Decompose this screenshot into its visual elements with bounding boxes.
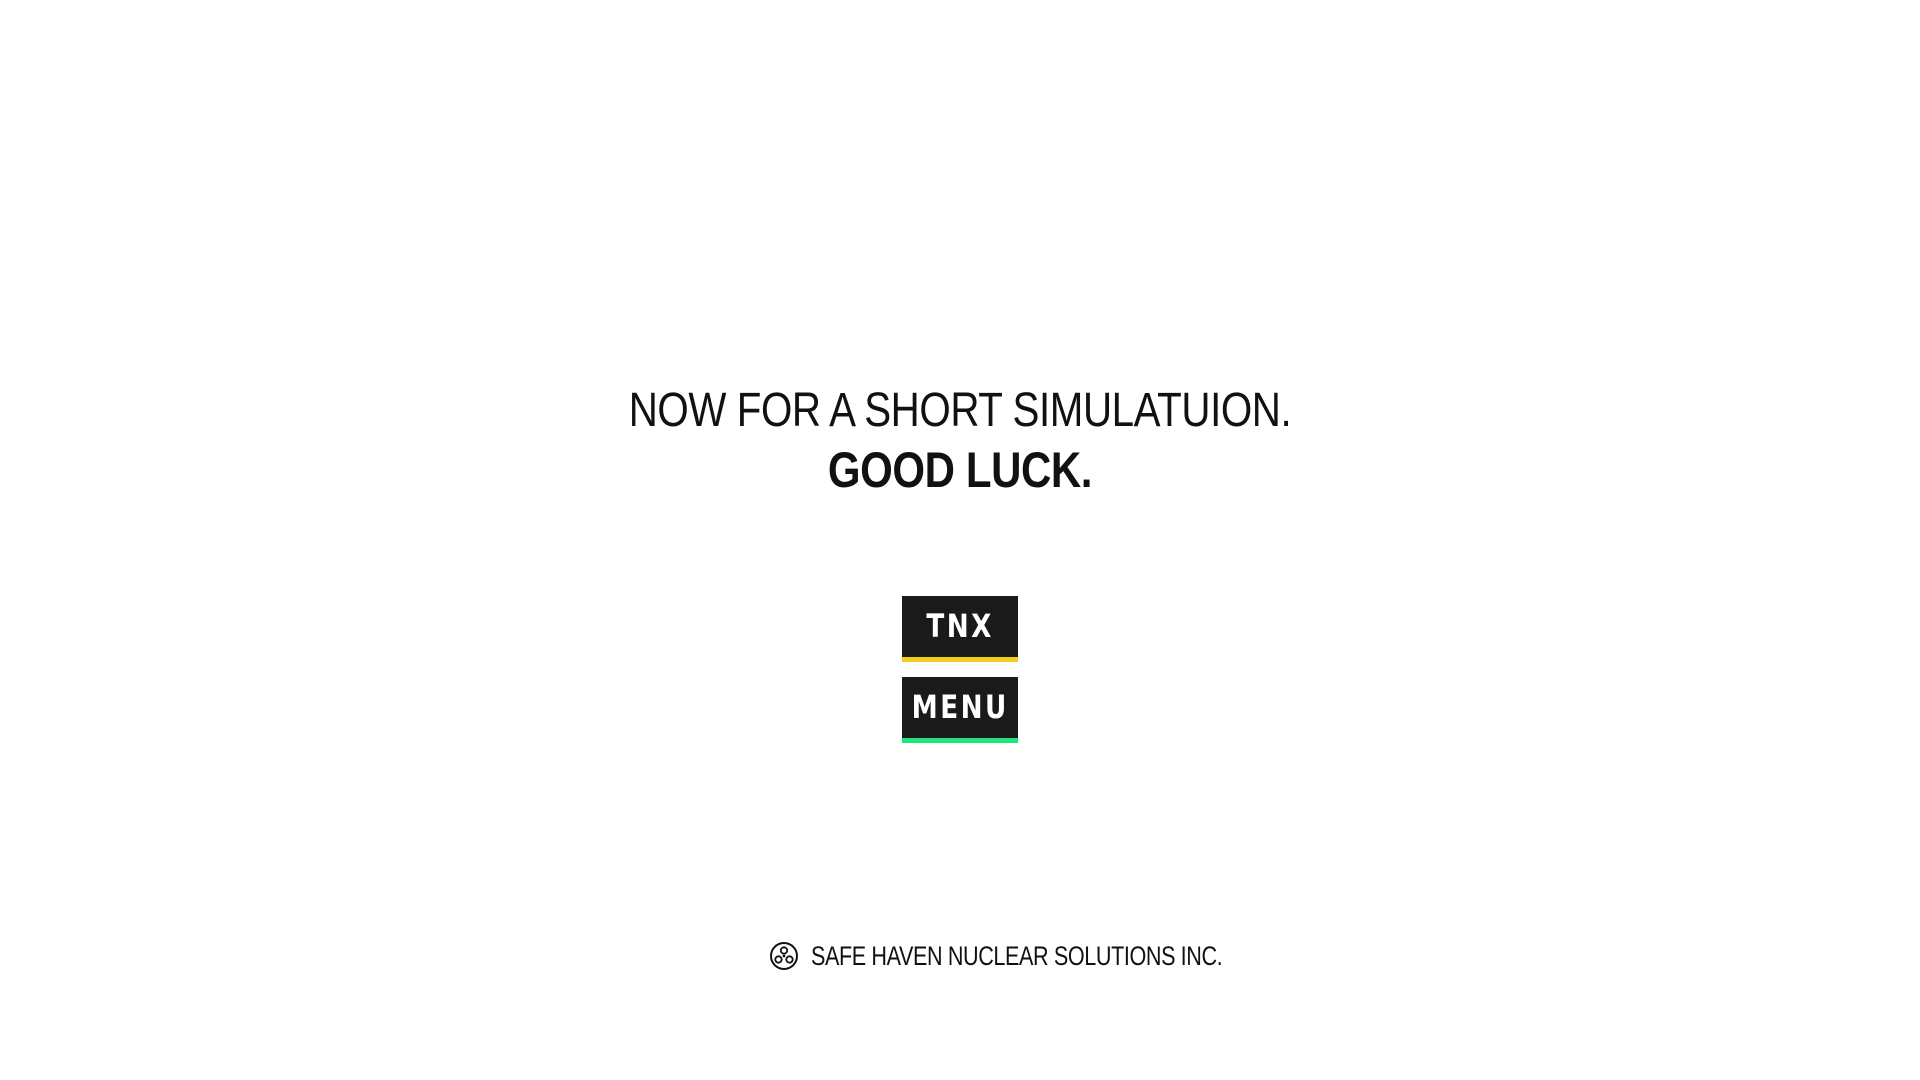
tnx-button-label: TNX	[926, 606, 994, 645]
headline-line-2: GOOD LUCK.	[827, 442, 1093, 498]
page: NOW FOR A SHORT SIMULATUION. GOOD LUCK. …	[0, 0, 1920, 1080]
company-name: SAFE HAVEN NUCLEAR SOLUTIONS INC.	[811, 940, 1223, 971]
menu-button[interactable]: MENU	[902, 677, 1018, 743]
footer: SAFE HAVEN NUCLEAR SOLUTIONS INC.	[0, 938, 1920, 974]
radiation-icon	[769, 941, 799, 971]
headline: NOW FOR A SHORT SIMULATUION. GOOD LUCK.	[0, 382, 1920, 500]
menu-button-label: MENU	[911, 687, 1009, 726]
tnx-button[interactable]: TNX	[902, 596, 1018, 662]
headline-line-1: NOW FOR A SHORT SIMULATUION.	[628, 384, 1292, 437]
